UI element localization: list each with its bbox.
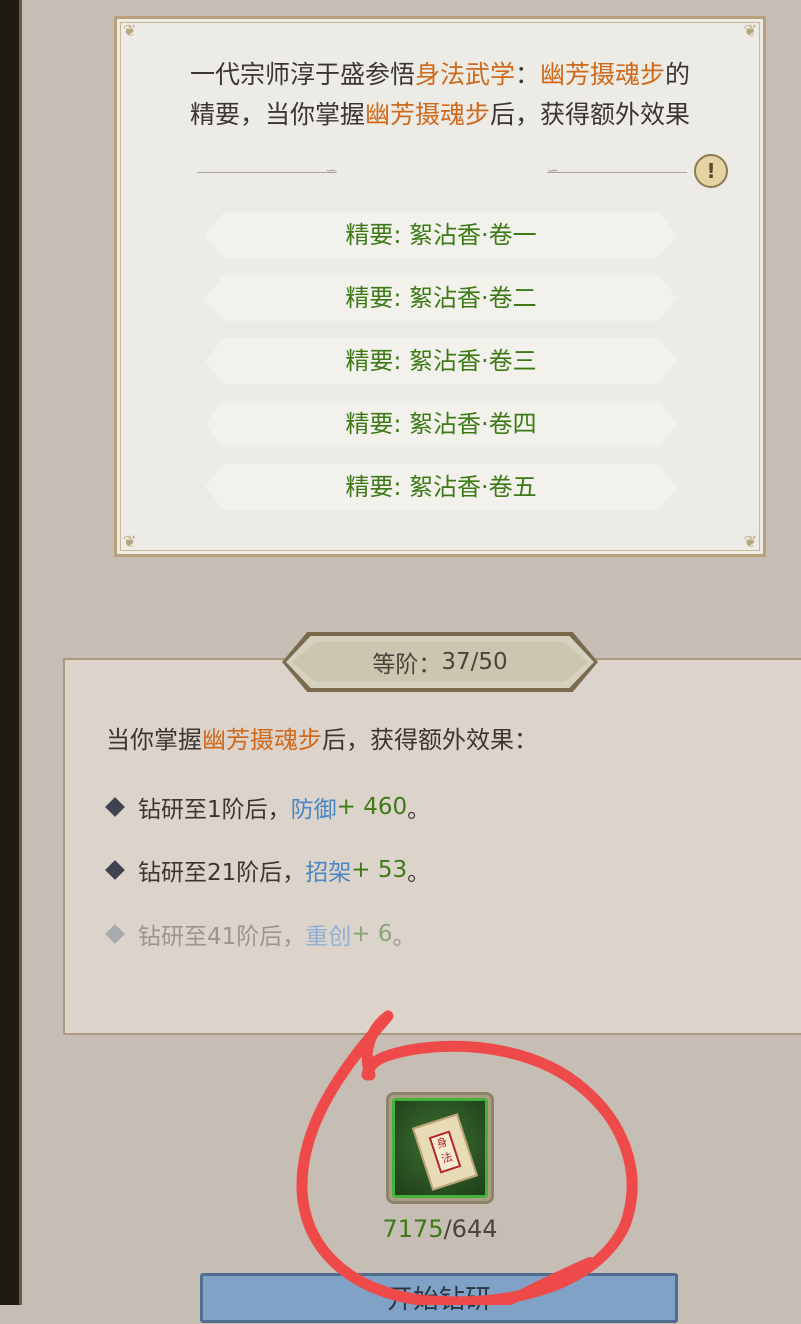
desc-text: 后，获得额外效果	[490, 100, 691, 129]
grade-value: 37/50	[441, 649, 508, 675]
effect-bullet-1: 钻研至1阶后， 防御 + 460。	[105, 790, 431, 824]
bullet-end: 。	[392, 924, 416, 950]
corner-ornament: ❦	[123, 21, 137, 40]
bullet-stat: 招架	[305, 860, 352, 886]
desc-text: ：	[514, 60, 540, 89]
scroll-seal-text: 身法	[428, 1130, 462, 1174]
material-count: 7175/644	[380, 1215, 500, 1243]
effect-intro: 当你掌握幽芳摄魂步后，获得额外效果：	[106, 720, 538, 755]
grade-tab: 等阶： 37/50	[282, 632, 598, 692]
bullet-condition: 钻研至21阶后，	[138, 860, 306, 886]
grade-label-text: 等阶：	[372, 652, 442, 678]
description-line-2: 精要，当你掌握幽芳摄魂步后，获得额外效果	[117, 95, 763, 135]
volume-item-1[interactable]: 精要: 絮沾香·卷一	[205, 212, 677, 258]
desc-skill-name: 幽芳摄魂步	[540, 60, 666, 89]
volume-item-3[interactable]: 精要: 絮沾香·卷三	[205, 338, 677, 384]
diamond-bullet-icon	[105, 797, 125, 817]
volume-item-4[interactable]: 精要: 絮沾香·卷四	[205, 401, 677, 447]
manual-scroll-icon: 身法	[411, 1113, 479, 1191]
exclamation-icon[interactable]: !	[694, 154, 728, 188]
bullet-condition: 钻研至41阶后，	[138, 924, 306, 950]
count-need: 644	[451, 1215, 498, 1243]
volume-item-5[interactable]: 精要: 絮沾香·卷五	[205, 464, 677, 510]
diamond-bullet-icon	[105, 860, 125, 880]
bullet-stat: 重创	[305, 924, 352, 950]
corner-ornament: ❦	[123, 532, 137, 551]
intro-skill-name: 幽芳摄魂步	[202, 726, 322, 754]
effect-panel	[63, 658, 801, 1035]
left-edge-frame	[0, 0, 22, 1305]
desc-text: 精要，当你掌握	[189, 100, 365, 129]
bullet-value: + 6	[351, 921, 393, 947]
divider-right: ∽	[547, 163, 687, 179]
bullet-end: 。	[407, 860, 431, 886]
corner-ornament: ❦	[743, 21, 757, 40]
bullet-value: + 460	[336, 794, 408, 820]
effect-bullet-3: 钻研至41阶后， 重创 + 6。	[105, 917, 416, 951]
bullet-value: + 53	[351, 857, 408, 883]
volume-list: 精要: 絮沾香·卷一 精要: 絮沾香·卷二 精要: 絮沾香·卷三 精要: 絮沾香…	[205, 212, 677, 527]
description-line-1: 一代宗师淳于盛参悟身法武学：幽芳摄魂步的	[117, 55, 763, 95]
effect-bullet-2: 钻研至21阶后， 招架 + 53。	[105, 853, 431, 887]
bullet-condition: 钻研至1阶后，	[138, 797, 291, 823]
desc-category: 身法武学	[414, 60, 515, 89]
intro-text: 当你掌握	[106, 726, 202, 754]
diamond-bullet-icon	[105, 924, 125, 944]
intro-text: 后，获得额外效果：	[322, 726, 538, 754]
volume-item-2[interactable]: 精要: 絮沾香·卷二	[205, 275, 677, 321]
count-sep: /	[443, 1215, 452, 1243]
start-study-button[interactable]: 开始钻研	[200, 1273, 678, 1323]
bullet-stat: 防御	[290, 797, 337, 823]
card-description: 一代宗师淳于盛参悟身法武学：幽芳摄魂步的 精要，当你掌握幽芳摄魂步后，获得额外效…	[117, 55, 763, 135]
count-have: 7175	[382, 1215, 444, 1243]
corner-ornament: ❦	[743, 532, 757, 551]
bullet-end: 。	[407, 797, 431, 823]
desc-text: 一代宗师淳于盛参悟	[189, 60, 415, 89]
desc-text: 的	[665, 60, 691, 89]
mastery-card: ❦ ❦ ❦ ❦ 一代宗师淳于盛参悟身法武学：幽芳摄魂步的 精要，当你掌握幽芳摄魂…	[114, 16, 766, 557]
divider-left: ∽	[197, 163, 337, 179]
desc-skill-name: 幽芳摄魂步	[364, 100, 490, 129]
material-item-slot[interactable]: 身法	[386, 1092, 494, 1204]
grade-label: 等阶： 37/50	[292, 642, 588, 682]
